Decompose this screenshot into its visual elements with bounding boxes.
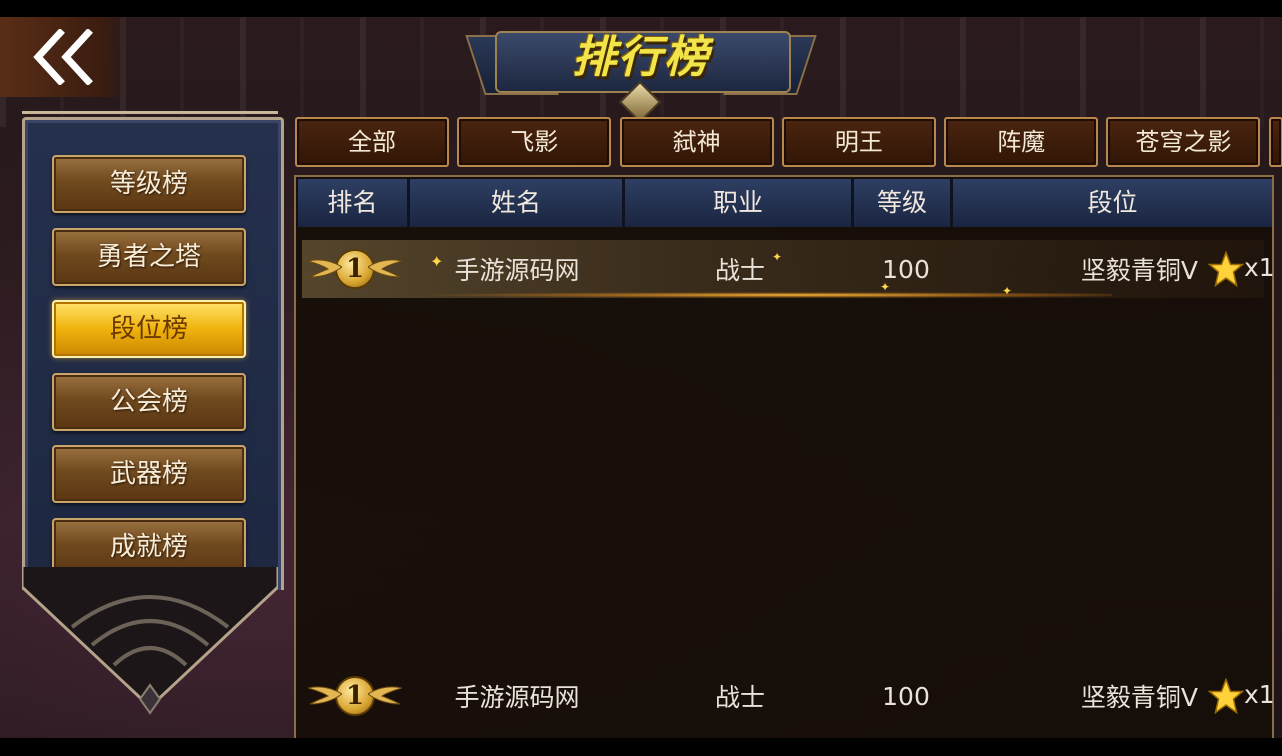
sidebar-list[interactable]: 等级榜 勇者之塔 段位榜 公会榜 武器榜 成就榜 <box>52 155 248 619</box>
tab-cangqiong[interactable]: 苍穹之影 <box>1106 117 1261 167</box>
sidebar-item-tower[interactable]: 勇者之塔 <box>52 227 246 286</box>
ranking-table: 排名 姓名 职业 等级 段位 1 手游源码网 战士 100 坚毅青铜V x1 ✦… <box>294 175 1275 738</box>
tab-next-partial[interactable] <box>1268 117 1282 167</box>
player-level: 100 <box>882 254 930 284</box>
star-count: x1 <box>1244 680 1275 709</box>
sidebar-item-weapon[interactable]: 武器榜 <box>52 445 246 504</box>
sidebar-item-level[interactable]: 等级榜 <box>52 155 246 213</box>
star-icon <box>1208 678 1244 714</box>
header-tier: 段位 <box>953 179 1272 227</box>
double-chevron-left-icon <box>33 29 93 85</box>
sidebar-item-guild[interactable]: 公会榜 <box>52 372 246 431</box>
title-banner: 排行榜 <box>465 17 817 124</box>
sparkle-icon: ✦ <box>880 280 891 294</box>
header-name: 姓名 <box>410 179 625 227</box>
tab-shishen[interactable]: 弑神 <box>619 117 774 167</box>
class-tabs: 全部 飞影 弑神 明王 阵魔 苍穹之影 <box>295 117 1282 169</box>
tab-feiying[interactable]: 飞影 <box>457 117 612 167</box>
sparkle-icon: ✦ <box>430 252 444 271</box>
star-count: x1 <box>1244 253 1275 282</box>
back-button[interactable] <box>0 17 128 97</box>
header-class: 职业 <box>625 179 854 227</box>
tab-mingwang[interactable]: 明王 <box>781 117 936 167</box>
tier-stars: x1 <box>1208 251 1278 287</box>
player-class: 战士 <box>714 683 765 712</box>
star-icon <box>1208 251 1244 287</box>
player-level: 100 <box>882 681 930 711</box>
laurel-left-icon <box>308 686 342 705</box>
header-rank: 排名 <box>298 179 410 227</box>
sidebar: 等级榜 勇者之塔 段位榜 公会榜 武器榜 成就榜 <box>22 111 284 715</box>
header-level: 等级 <box>854 179 953 227</box>
player-class: 战士 <box>714 256 765 285</box>
sidebar-item-tier[interactable]: 段位榜 <box>52 300 246 359</box>
player-name: 手游源码网 <box>454 683 580 712</box>
tier-stars: x1 <box>1208 678 1278 714</box>
rank-medal: 1 <box>302 672 408 720</box>
tab-zhenmo[interactable]: 阵魔 <box>944 117 1099 167</box>
tab-all[interactable]: 全部 <box>295 117 449 167</box>
sparkle-icon: ✦ <box>772 250 783 264</box>
sparkle-icon: ✦ <box>1002 284 1013 298</box>
table-row[interactable]: 1 手游源码网 战士 100 坚毅青铜V x1 ✦ ✦ ✦ ✦ <box>302 240 1275 298</box>
laurel-left-icon <box>308 259 342 278</box>
laurel-right-icon <box>368 259 402 278</box>
self-rank-row: 1 手游源码网 战士 100 坚毅青铜V x1 <box>302 667 1275 725</box>
game-screen: 排行榜 等级榜 勇者之塔 段位榜 公会榜 武器榜 成就榜 全部 飞影 弑神 明王… <box>0 17 1282 738</box>
sidebar-bottom-ornament <box>22 567 278 715</box>
table-header: 排名 姓名 职业 等级 段位 <box>298 179 1272 227</box>
laurel-right-icon <box>368 686 402 705</box>
player-tier: 坚毅青铜V <box>1080 256 1198 285</box>
sidebar-top-trim <box>22 111 278 144</box>
player-tier: 坚毅青铜V <box>1080 683 1198 712</box>
page-title: 排行榜 <box>572 32 710 83</box>
rank-medal: 1 <box>302 245 408 293</box>
